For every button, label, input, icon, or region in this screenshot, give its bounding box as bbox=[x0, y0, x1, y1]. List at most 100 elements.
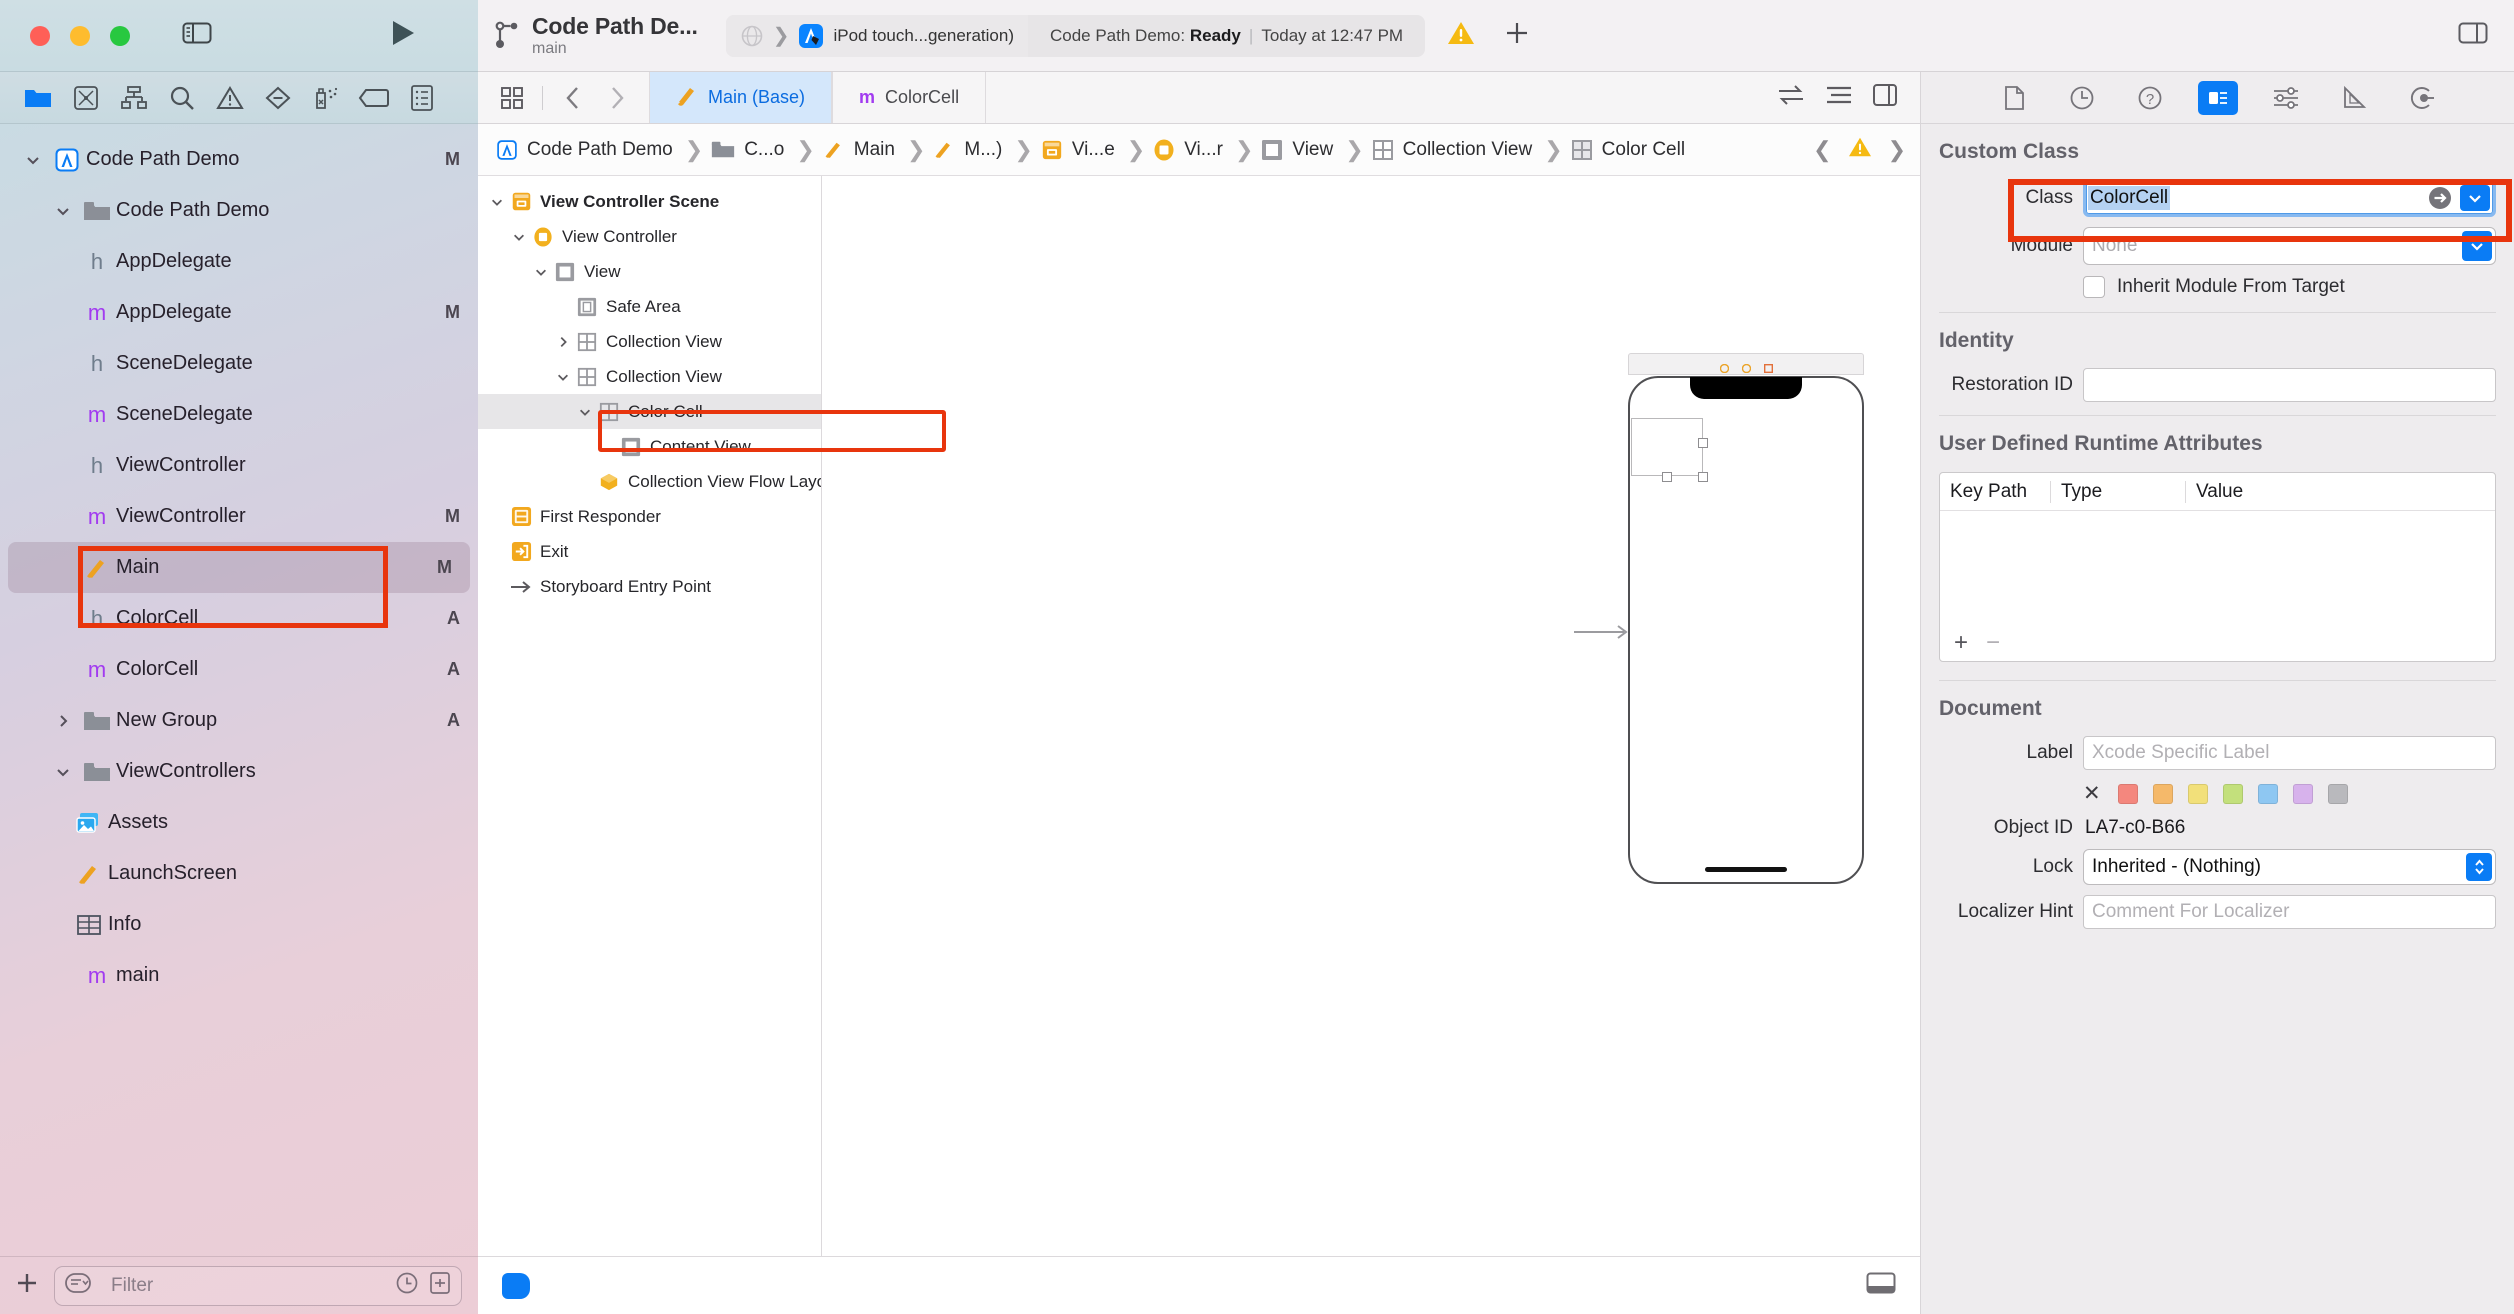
clock-icon[interactable] bbox=[395, 1271, 419, 1301]
bottom-panel-toggle-icon[interactable] bbox=[1866, 1271, 1896, 1300]
resize-handle-bottom-right[interactable] bbox=[1698, 472, 1708, 482]
sidebar-left-toggle-icon[interactable] bbox=[182, 21, 212, 50]
restoration-id-input[interactable] bbox=[2083, 368, 2496, 402]
chevron-down-icon[interactable] bbox=[486, 195, 508, 209]
chevron-left-icon[interactable]: ❮ bbox=[1813, 137, 1831, 163]
breadcrumb-item-main-base[interactable]: M...) bbox=[933, 139, 1006, 161]
chevron-right-icon[interactable] bbox=[48, 713, 78, 729]
label-color-orange[interactable] bbox=[2153, 784, 2173, 804]
outline-row-view-controller[interactable]: View Controller bbox=[478, 219, 821, 254]
sidebar-item-breakpoint-navigator[interactable] bbox=[350, 76, 398, 120]
nav-row-assets[interactable]: Assets bbox=[0, 797, 478, 848]
resize-handle-bottom-left[interactable] bbox=[1662, 472, 1672, 482]
chevron-down-icon[interactable] bbox=[530, 265, 552, 279]
breadcrumb-item-group[interactable]: C...o bbox=[711, 139, 788, 161]
label-color-yellow[interactable] bbox=[2188, 784, 2208, 804]
warning-triangle-icon[interactable] bbox=[1848, 136, 1872, 164]
document-label-input[interactable]: Xcode Specific Label bbox=[2083, 736, 2496, 770]
sidebar-item-issue-navigator[interactable] bbox=[206, 76, 254, 120]
plus-icon[interactable] bbox=[14, 1270, 40, 1301]
nav-row-info-plist[interactable]: Info bbox=[0, 899, 478, 950]
scene-title-bar[interactable] bbox=[1628, 353, 1864, 375]
storyboard-canvas[interactable] bbox=[822, 176, 1920, 1256]
breadcrumb-item-color-cell[interactable]: Color Cell bbox=[1571, 139, 1689, 161]
outline-row-view[interactable]: View bbox=[478, 254, 821, 289]
nav-row-viewcontroller-h[interactable]: h ViewController bbox=[0, 440, 478, 491]
outline-row-view-controller-scene[interactable]: View Controller Scene bbox=[478, 184, 821, 219]
sidebar-item-debug-navigator[interactable] bbox=[302, 76, 350, 120]
nav-row-launchscreen[interactable]: LaunchScreen bbox=[0, 848, 478, 899]
inherit-module-checkbox[interactable] bbox=[2083, 276, 2105, 298]
breadcrumb-item-view-controller[interactable]: Vi...r bbox=[1153, 138, 1227, 162]
related-items-icon[interactable] bbox=[492, 78, 532, 118]
breadcrumb-item-view[interactable]: View bbox=[1261, 139, 1337, 161]
scheme-button[interactable]: Code Path De... main bbox=[494, 13, 698, 58]
warning-triangle-icon[interactable] bbox=[1447, 20, 1475, 51]
file-inspector-icon[interactable] bbox=[1994, 81, 2034, 115]
nav-row-scenedelegate-h[interactable]: h SceneDelegate bbox=[0, 338, 478, 389]
inherit-module-row[interactable]: Inherit Module From Target bbox=[1921, 270, 2514, 304]
swap-editors-icon[interactable] bbox=[1776, 84, 1806, 111]
filter-menu-icon[interactable] bbox=[65, 1271, 99, 1301]
up-down-chevrons-icon[interactable] bbox=[2466, 853, 2492, 881]
document-outline-list[interactable]: View Controller Scene View Controller Vi… bbox=[478, 176, 821, 1260]
outline-row-collection-view-2[interactable]: Collection View bbox=[478, 359, 821, 394]
outline-row-color-cell[interactable]: Color Cell bbox=[478, 394, 821, 429]
chevron-down-icon[interactable] bbox=[2462, 231, 2492, 261]
nav-row-code-path-demo-group[interactable]: Code Path Demo bbox=[0, 185, 478, 236]
label-color-blue[interactable] bbox=[2258, 784, 2278, 804]
nav-row-code-path-demo-project[interactable]: Code Path Demo M bbox=[0, 134, 478, 185]
nav-row-scenedelegate-m[interactable]: m SceneDelegate bbox=[0, 389, 478, 440]
chevron-down-icon[interactable] bbox=[2460, 185, 2490, 211]
plus-icon[interactable] bbox=[1503, 19, 1531, 52]
run-play-icon[interactable] bbox=[390, 19, 416, 52]
breadcrumb-item-scene[interactable]: Vi...e bbox=[1041, 139, 1119, 161]
resize-handle-right[interactable] bbox=[1698, 438, 1708, 448]
nav-row-appdelegate-h[interactable]: h AppDelegate bbox=[0, 236, 478, 287]
navigator-filter-field[interactable]: Filter bbox=[54, 1266, 462, 1306]
lock-popup-button[interactable]: Inherited - (Nothing) bbox=[2083, 849, 2496, 885]
chevron-down-icon[interactable] bbox=[48, 203, 78, 219]
plus-icon[interactable]: + bbox=[1954, 631, 1968, 655]
outline-row-flow-layout[interactable]: Collection View Flow Layout bbox=[478, 464, 821, 499]
nav-row-new-group[interactable]: New Group A bbox=[0, 695, 478, 746]
chevron-left-icon[interactable] bbox=[553, 78, 593, 118]
module-combo-field[interactable]: None bbox=[2083, 227, 2496, 265]
blue-pill-icon[interactable] bbox=[502, 1273, 530, 1299]
nav-row-viewcontroller-m[interactable]: m ViewController M bbox=[0, 491, 478, 542]
chevron-down-icon[interactable] bbox=[574, 405, 596, 419]
chevron-down-icon[interactable] bbox=[552, 370, 574, 384]
nav-row-appdelegate-m[interactable]: m AppDelegate M bbox=[0, 287, 478, 338]
x-icon[interactable]: ✕ bbox=[2083, 781, 2101, 806]
sidebar-item-project-navigator[interactable] bbox=[14, 76, 62, 120]
sidebar-item-report-navigator[interactable] bbox=[398, 76, 446, 120]
nav-row-colorcell-m[interactable]: m ColorCell A bbox=[0, 644, 478, 695]
label-color-gray[interactable] bbox=[2328, 784, 2348, 804]
table-body[interactable] bbox=[1940, 511, 2495, 625]
outline-row-content-view[interactable]: Content View bbox=[478, 429, 821, 464]
outline-row-collection-view-1[interactable]: Collection View bbox=[478, 324, 821, 359]
outline-row-exit[interactable]: Exit bbox=[478, 534, 821, 569]
label-color-purple[interactable] bbox=[2293, 784, 2313, 804]
chevron-down-icon[interactable] bbox=[18, 152, 48, 168]
minus-icon[interactable]: − bbox=[1986, 631, 2000, 655]
breadcrumb-item-project[interactable]: Code Path Demo bbox=[496, 139, 677, 161]
nav-row-colorcell-h[interactable]: h ColorCell A bbox=[0, 593, 478, 644]
chevron-right-icon[interactable] bbox=[552, 335, 574, 349]
attributes-inspector-icon[interactable] bbox=[2266, 81, 2306, 115]
outline-row-first-responder[interactable]: First Responder bbox=[478, 499, 821, 534]
sidebar-item-source-control-navigator[interactable] bbox=[62, 76, 110, 120]
minimize-button[interactable] bbox=[70, 26, 90, 46]
runtime-attributes-table[interactable]: Key Path Type Value + − bbox=[1939, 472, 2496, 662]
sidebar-right-toggle-icon[interactable] bbox=[2458, 21, 2488, 50]
label-color-green[interactable] bbox=[2223, 784, 2243, 804]
localizer-hint-input[interactable]: Comment For Localizer bbox=[2083, 895, 2496, 929]
source-control-filter-icon[interactable] bbox=[429, 1271, 451, 1301]
chevron-right-icon[interactable] bbox=[597, 78, 637, 118]
chevron-down-icon[interactable] bbox=[508, 230, 530, 244]
tab-main-base[interactable]: Main (Base) bbox=[649, 72, 832, 123]
editor-options-icon[interactable] bbox=[1824, 84, 1854, 111]
outline-row-safe-area[interactable]: Safe Area bbox=[478, 289, 821, 324]
history-inspector-icon[interactable] bbox=[2062, 81, 2102, 115]
nav-row-viewcontrollers-group[interactable]: ViewControllers bbox=[0, 746, 478, 797]
